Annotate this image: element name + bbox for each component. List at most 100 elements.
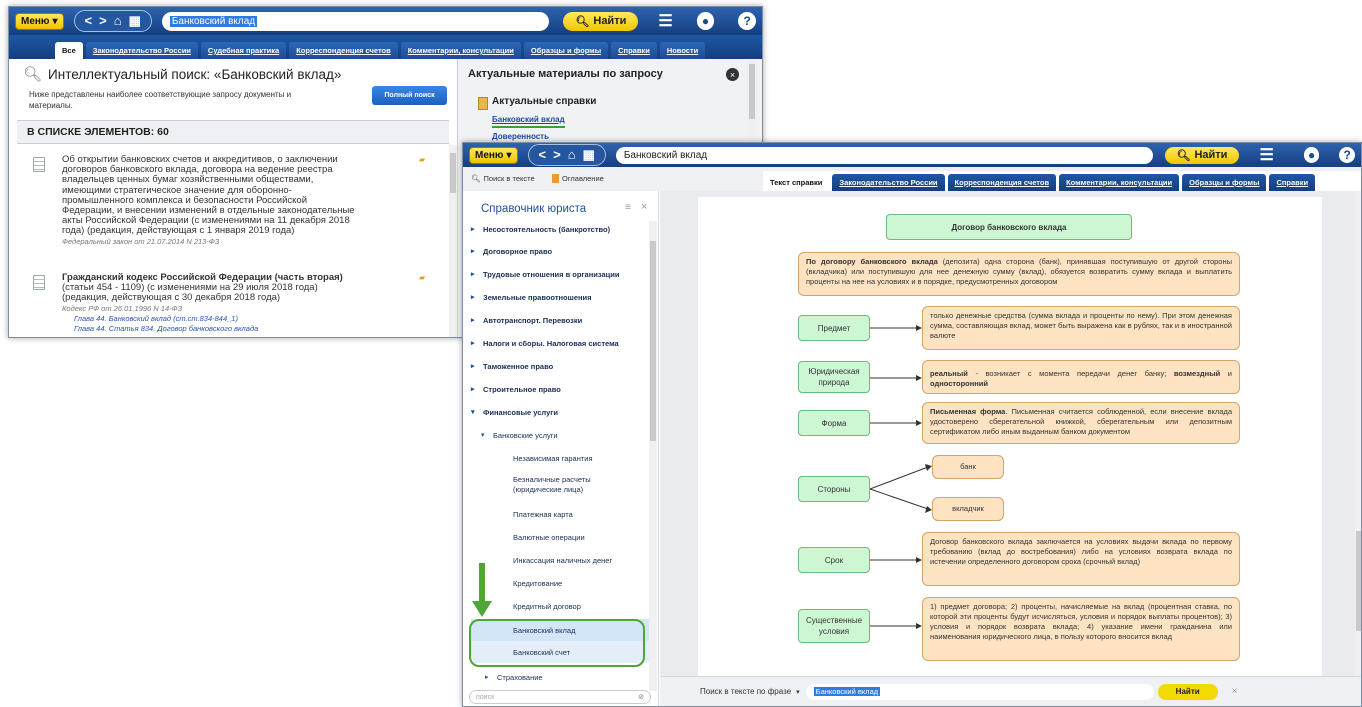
scrollbar-thumb[interactable] <box>650 241 656 441</box>
scrollbar-thumb[interactable] <box>450 153 456 193</box>
results-scrollbar[interactable] <box>449 145 457 337</box>
sidebar-item-credit-contract[interactable]: Кредитный договор <box>471 598 651 614</box>
grid-icon[interactable]: ▦ <box>583 146 595 164</box>
sidebar-item-transport[interactable]: ▸ Автотранспорт. Перевозки <box>471 312 651 328</box>
content-area: Договор банковского вклада По договору б… <box>660 191 1361 706</box>
tab-legislation[interactable]: Законодательство России <box>832 174 945 191</box>
tab-forms[interactable]: Образцы и формы <box>1182 174 1267 191</box>
bold-text: возмездный <box>1173 369 1221 378</box>
bold-text: односторонний <box>930 379 989 388</box>
contents-label: Оглавление <box>562 174 604 183</box>
tab-court-practice[interactable]: Судебная практика <box>200 42 287 59</box>
scrollbar-thumb[interactable] <box>749 64 755 119</box>
node-label: Существенные условия <box>805 616 863 636</box>
sidebar-item-labor[interactable]: ▸ Трудовые отношения в организации <box>471 266 651 282</box>
sidebar-item-customs[interactable]: ▸ Таможенное право <box>471 358 651 374</box>
term-text: Договор банковского вклада заключается н… <box>922 532 1240 586</box>
tab-all[interactable]: Все <box>55 42 83 59</box>
tab-accounts[interactable]: Корреспонденция счетов <box>289 42 398 59</box>
close-icon[interactable]: × <box>1232 686 1238 697</box>
forward-arrow-icon[interactable]: > <box>553 146 561 164</box>
sidebar-scrollbar[interactable] <box>649 221 657 691</box>
close-icon[interactable]: × <box>726 68 739 81</box>
flag-icon[interactable]: ▰ <box>419 273 425 282</box>
arrow-down-icon <box>472 563 492 619</box>
contents-link[interactable]: Оглавление <box>552 174 604 183</box>
sidebar-item-guarantee[interactable]: Независимая гарантия <box>471 450 651 466</box>
main-search-input[interactable]: Банковский вклад <box>615 146 1153 164</box>
node-label: Форма <box>821 418 847 428</box>
sidebar-item-insurance[interactable]: ▸ Страхование <box>471 669 651 685</box>
user-icon[interactable]: ● <box>696 12 715 30</box>
menu-button[interactable]: Меню ▾ <box>15 12 64 30</box>
result-line: (редакция, действующая с 30 декабря 2018… <box>62 292 281 304</box>
user-icon[interactable]: ● <box>1303 147 1320 163</box>
forward-arrow-icon[interactable]: > <box>99 12 107 30</box>
search-results-panel: 🔍︎ Интеллектуальный поиск: «Банковский в… <box>9 59 457 337</box>
tab-legislation[interactable]: Законодательство России <box>85 42 198 59</box>
sidebar-item-collection[interactable]: Инкассация наличных денег <box>471 552 651 568</box>
node-label: Стороны <box>817 484 851 494</box>
panel-link-power-of-attorney[interactable]: Доверенность <box>492 132 549 141</box>
sidebar-item-land[interactable]: ▸ Земельные правоотношения <box>471 289 651 305</box>
scrollbar-thumb[interactable] <box>1356 531 1361 631</box>
tab-accounts[interactable]: Корреспонденция счетов <box>947 174 1057 191</box>
back-toolbar: Меню ▾ < > ⌂ ▦ Банковский вклад 🔍︎ Найти ☰… <box>9 7 762 35</box>
tab-references[interactable]: Справки <box>611 42 657 59</box>
back-arrow-icon[interactable]: < <box>539 146 547 164</box>
close-icon[interactable]: × <box>641 201 647 213</box>
sidebar-item-lending[interactable]: Кредитование <box>471 575 651 591</box>
hamburger-menu-icon[interactable]: ☰ <box>1259 145 1273 165</box>
find-label: Найти <box>1175 687 1200 696</box>
chevron-down-icon: ▾ <box>52 15 58 27</box>
sidebar-item-cashless[interactable]: Безналичные расчеты (юридические лица) <box>471 471 631 499</box>
sidebar-item-contract-law[interactable]: ▸ Договорное право <box>471 243 651 259</box>
node-label: Предмет <box>817 323 851 333</box>
tab-comments[interactable]: Комментарии, консультации <box>1059 174 1180 191</box>
chevron-down-icon[interactable]: ▾ <box>796 688 800 696</box>
search-in-text-link[interactable]: 🔍︎ Поиск в тексте <box>471 174 535 183</box>
help-icon[interactable]: ? <box>738 12 756 30</box>
result-link[interactable]: Глава 44. Статья 834. Договор банковског… <box>62 324 432 334</box>
sidebar-item-banking[interactable]: ▾ Банковские услуги <box>471 427 651 443</box>
find-button[interactable]: 🔍︎ Найти <box>1164 146 1240 164</box>
tab-forms[interactable]: Образцы и формы <box>523 42 609 59</box>
hamburger-menu-icon[interactable]: ☰ <box>658 11 672 31</box>
phrase-search-label: Поиск в тексте по фразе <box>700 687 792 696</box>
tab-comments[interactable]: Комментарии, консультации <box>400 42 521 59</box>
sidebar-item-card[interactable]: Платежная карта <box>471 506 651 522</box>
menu-button[interactable]: Меню ▾ <box>469 146 518 164</box>
grid-icon[interactable]: ▦ <box>129 12 141 30</box>
sidebar-search-input[interactable]: поиск ⊘ <box>469 690 651 704</box>
sidebar-item-label: Кредитный договор <box>513 601 581 611</box>
result-link[interactable]: Глава 44. Банковский вклад (ст.ст.834-84… <box>62 314 432 324</box>
main-search-input[interactable]: Банковский вклад <box>161 11 550 31</box>
full-search-button[interactable]: Полный поиск <box>372 86 447 105</box>
chevron-down-icon: ▾ <box>481 432 485 439</box>
find-label: Найти <box>1194 149 1228 161</box>
help-icon[interactable]: ? <box>1339 147 1355 163</box>
flag-icon[interactable]: ▰ <box>419 155 425 164</box>
sidebar-item-bankruptcy[interactable]: ▸ Несостоятельность (банкротство) <box>471 221 651 237</box>
phrase-find-button[interactable]: Найти <box>1157 683 1218 700</box>
phrase-search-input[interactable]: Банковский вклад <box>805 683 1154 700</box>
content-scrollbar[interactable] <box>1355 191 1361 676</box>
find-button[interactable]: 🔍︎ Найти <box>563 11 639 31</box>
home-icon[interactable]: ⌂ <box>114 12 122 30</box>
tab-reference-text[interactable]: Текст справки <box>763 174 830 191</box>
home-icon[interactable]: ⌂ <box>568 146 576 164</box>
panel-title: Актуальные материалы по запросу <box>468 68 663 80</box>
phrase-search-value: Банковский вклад <box>813 687 881 696</box>
sidebar-item-taxes[interactable]: ▸ Налоги и сборы. Налоговая система <box>471 335 651 351</box>
list-view-icon[interactable]: ≡ <box>625 202 631 213</box>
node-text: - возникает с момента передачи денег бан… <box>967 369 1174 378</box>
sidebar-item-construction[interactable]: ▸ Строительное право <box>471 381 651 397</box>
tab-references[interactable]: Справки <box>1269 174 1316 191</box>
sidebar-item-currency[interactable]: Валютные операции <box>471 529 651 545</box>
bold-text: Письменная форма <box>930 407 1006 416</box>
back-arrow-icon[interactable]: < <box>85 12 93 30</box>
tab-news[interactable]: Новости <box>659 42 706 59</box>
chevron-right-icon: ▸ <box>471 271 475 278</box>
panel-link-deposit[interactable]: Банковский вклад <box>492 115 565 128</box>
sidebar-item-financial[interactable]: ▾ Финансовые услуги <box>471 404 651 420</box>
